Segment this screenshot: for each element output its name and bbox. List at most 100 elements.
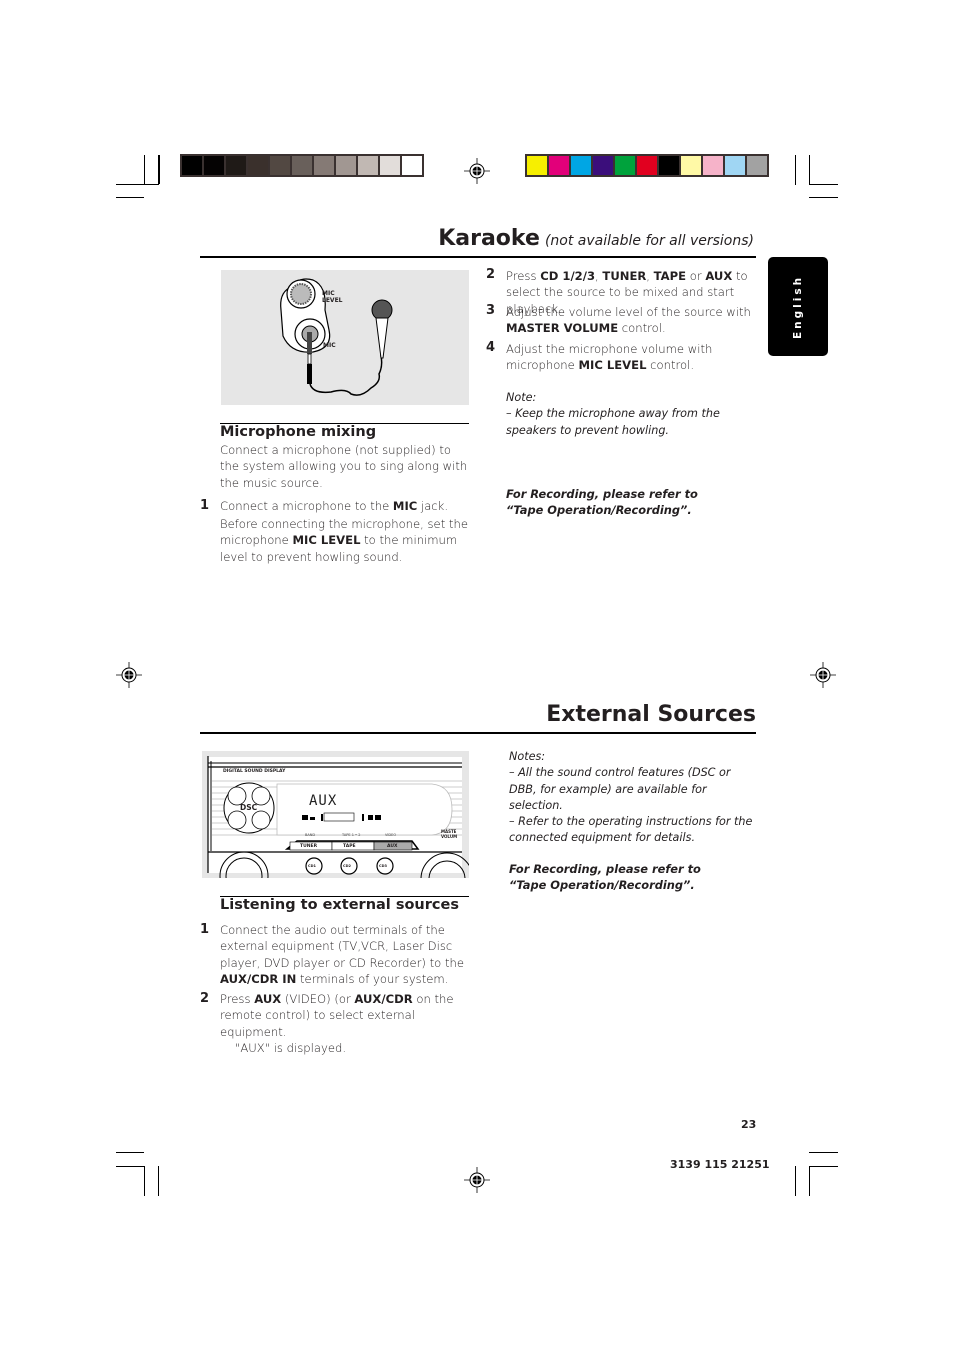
page-number: 23	[741, 1118, 757, 1131]
note-item: – All the sound control features (DSC or…	[509, 766, 731, 812]
band-label: BAND	[305, 833, 316, 837]
color-swatch	[747, 156, 767, 175]
mic-level-label: MIC LEVEL	[322, 290, 343, 304]
listening-external-sources-heading: Listening to external sources	[220, 897, 459, 913]
step-key: TUNER	[602, 269, 647, 283]
gray-swatch	[402, 156, 422, 175]
step-key: CD 1/2/3	[540, 269, 596, 283]
external-notes: Notes: – All the sound control features …	[509, 749, 761, 847]
gray-swatch	[182, 156, 202, 175]
note-label: Note:	[506, 391, 537, 404]
registration-mark-right-icon	[810, 662, 836, 688]
external-sources-title-rule	[200, 732, 756, 734]
page-title-karaoke: Karaoke	[438, 226, 540, 251]
dsc-label: DSC	[240, 803, 258, 812]
external-recording-reference: For Recording, please refer to “Tape Ope…	[509, 862, 701, 893]
karaoke-step-3: Adjust the volume level of the source wi…	[506, 304, 758, 337]
color-swatch	[637, 156, 657, 175]
color-swatch	[659, 156, 679, 175]
aux-button-label: AUX	[387, 844, 398, 849]
step-text: Connect a microphone to the	[220, 499, 393, 513]
mic-level-label-line2: LEVEL	[322, 297, 343, 304]
mic-level-label-line1: MIC	[322, 290, 335, 297]
color-swatch	[527, 156, 547, 175]
grayscale-calibration-bar	[180, 154, 424, 177]
step-text: Connect the audio out terminals of the e…	[220, 923, 464, 970]
gray-swatch	[292, 156, 312, 175]
color-swatch	[615, 156, 635, 175]
gray-swatch	[270, 156, 290, 175]
step-key: MIC LEVEL	[578, 358, 647, 373]
color-swatch	[549, 156, 569, 175]
master-volume-line2: VOLUM	[441, 834, 458, 839]
step-key: AUX	[705, 269, 733, 283]
aux-display-figure: DIGITAL SOUND DISPLAY DSC AUX BAND TAPE …	[202, 751, 474, 906]
cd2-label: CD2	[343, 864, 351, 868]
step-key: MIC LEVEL	[292, 533, 361, 548]
lcd-aux-text: AUX	[309, 793, 338, 809]
karaoke-step-4: Adjust the microphone volume with microp…	[506, 341, 758, 374]
step-text: (VIDEO) (or	[281, 992, 355, 1006]
karaoke-recording-reference: For Recording, please refer to “Tape Ope…	[506, 487, 698, 518]
color-swatch	[593, 156, 613, 175]
registration-mark-bottom-icon	[464, 1167, 490, 1193]
aux-displayed-line: "AUX" is displayed.	[235, 1040, 347, 1055]
tape12-label: TAPE 1 • 2	[342, 833, 361, 837]
step-number: 2	[200, 991, 210, 1006]
gray-swatch	[226, 156, 246, 175]
cd3-label: CD3	[379, 864, 387, 868]
color-swatch	[725, 156, 745, 175]
page-title-external-sources: External Sources	[546, 702, 756, 727]
step-key: AUX/CDR	[354, 992, 413, 1006]
video-label: VIDEO	[385, 833, 397, 837]
mic-plug-icon	[307, 364, 312, 384]
step-text: terminals of your system.	[296, 971, 449, 986]
step-text: ,	[646, 269, 654, 283]
registration-mark-left-icon	[116, 662, 142, 688]
step-number: 2	[486, 267, 496, 282]
step-key: TAPE	[653, 269, 687, 283]
master-volume-label: MASTE VOLUM	[441, 829, 457, 839]
external-step-1: Connect the audio out terminals of the e…	[220, 922, 472, 987]
step-key: AUX	[254, 992, 282, 1006]
step-key: MIC	[392, 499, 418, 513]
karaoke-step-1: Connect a microphone to the MIC jack.	[220, 498, 472, 514]
cd1-label: CD1	[308, 864, 316, 868]
karaoke-subtitle: (not available for all versions)	[544, 233, 754, 249]
gray-swatch	[380, 156, 400, 175]
tuner-button-label: TUNER	[300, 844, 318, 849]
registration-mark-top-icon	[464, 158, 490, 184]
color-swatch	[571, 156, 591, 175]
gray-swatch	[314, 156, 334, 175]
color-calibration-bar	[525, 154, 769, 177]
language-tab: English	[768, 257, 828, 356]
step-text: control.	[646, 358, 695, 373]
external-step-2: Press AUX (VIDEO) (or AUX/CDR on the rem…	[220, 991, 472, 1056]
color-swatch	[681, 156, 701, 175]
microphone-jack-illustration	[280, 278, 393, 396]
gray-swatch	[248, 156, 268, 175]
note-item: – Keep the microphone away from the spea…	[506, 407, 720, 437]
step-text: Adjust the volume level of the source wi…	[506, 305, 751, 319]
karaoke-note: Note: – Keep the microphone away from th…	[506, 390, 758, 439]
mic-label: MIC	[323, 342, 336, 349]
digital-sound-display-label: DIGITAL SOUND DISPLAY	[223, 769, 286, 774]
microphone-mixing-heading: Microphone mixing	[220, 424, 377, 440]
lcd-display-area	[276, 783, 453, 836]
step-number: 1	[200, 922, 210, 937]
karaoke-title-rule	[200, 256, 756, 258]
step-number: 3	[486, 303, 496, 318]
karaoke-title-block: Karaoke (not available for all versions)	[438, 226, 754, 251]
microphone-icon	[371, 299, 393, 321]
language-tab-label: English	[792, 274, 804, 339]
microphone-mixing-intro: Connect a microphone (not supplied) to t…	[220, 443, 468, 490]
note-item: – Refer to the operating instructions fo…	[509, 815, 753, 845]
gray-swatch	[358, 156, 378, 175]
step-text: jack.	[417, 499, 449, 513]
step-key: AUX/CDR IN	[220, 971, 297, 986]
notes-label: Notes:	[509, 750, 546, 763]
step-text: Press	[506, 269, 541, 283]
step-text: or	[686, 269, 706, 283]
step-text: Press	[220, 992, 255, 1006]
document-code: 3139 115 21251	[670, 1158, 770, 1171]
